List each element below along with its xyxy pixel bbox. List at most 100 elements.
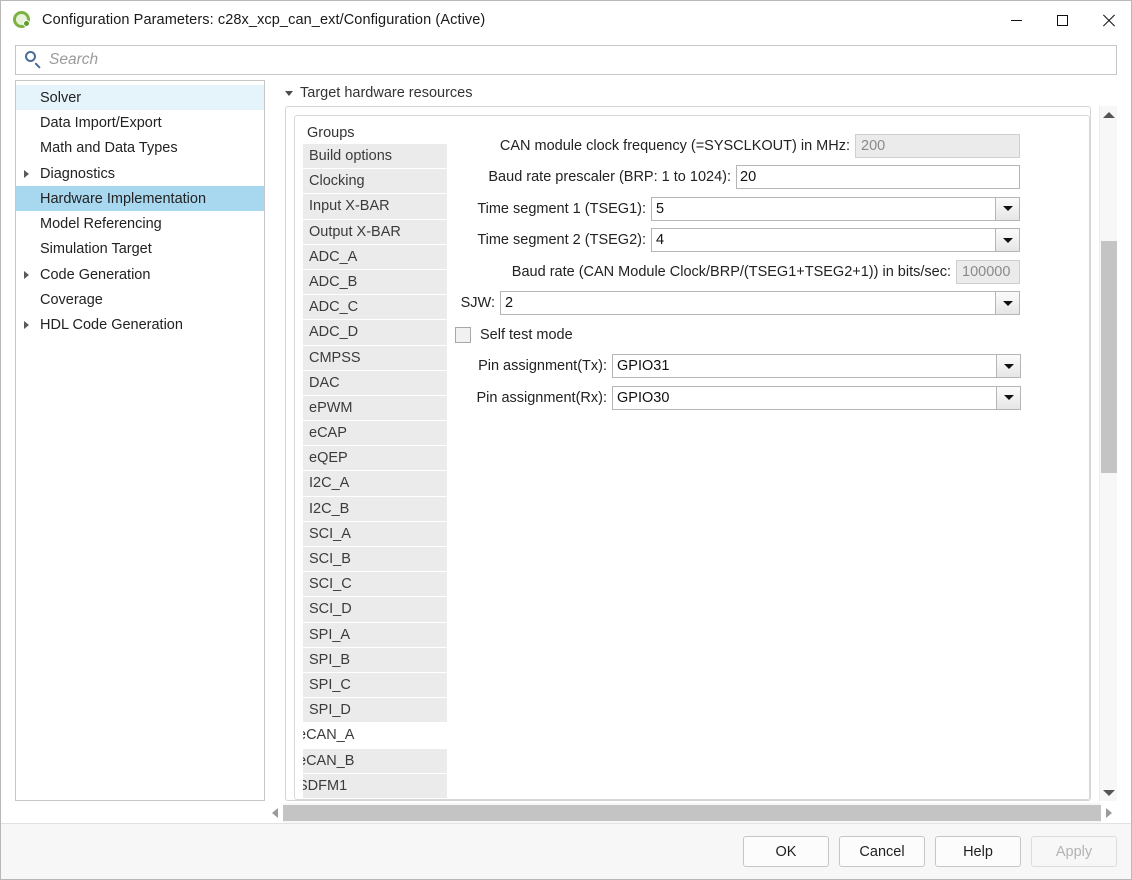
chevron-down-icon[interactable]: [996, 355, 1020, 378]
dropdown-value-sjw: 2: [505, 295, 514, 312]
group-item-spi-b[interactable]: SPI_B: [303, 647, 447, 673]
group-item-spi-c[interactable]: SPI_C: [303, 672, 447, 699]
field-row-pin-assignment-rx: Pin assignment(Rx): GPIO30: [455, 382, 1079, 414]
input-can-module-clock-frequency: 200: [855, 133, 1020, 158]
label-baud-rate: Baud rate (CAN Module Clock/BRP/(TSEG1+T…: [511, 263, 951, 280]
sidebar-item-data-import-export[interactable]: Data Import/Export: [16, 110, 264, 135]
group-item-sci-b[interactable]: SCI_B: [303, 547, 447, 573]
cancel-button[interactable]: Cancel: [839, 836, 925, 867]
group-item-adc-c[interactable]: ADC_C: [303, 295, 447, 321]
vertical-scrollbar[interactable]: [1099, 106, 1117, 801]
dropdown-time-segment-2[interactable]: 4: [651, 228, 1020, 253]
label-pin-assignment-tx: Pin assignment(Tx):: [478, 358, 607, 375]
vertical-scroll-track[interactable]: [1100, 123, 1118, 784]
horizontal-scroll-track[interactable]: [283, 803, 1101, 823]
group-item-build-options[interactable]: Build options: [303, 144, 447, 170]
search-row: Search: [1, 39, 1131, 80]
group-item-label: SPI_A: [309, 626, 351, 643]
group-item-input-x-bar[interactable]: Input X-BAR: [303, 194, 447, 220]
group-item-label: SCI_B: [309, 551, 351, 567]
panel-inner: Groups Build options Clocking Input X-BAR O…: [294, 115, 1090, 800]
dropdown-time-segment-1[interactable]: 5: [651, 196, 1020, 221]
horizontal-scroll-thumb[interactable]: [283, 805, 1101, 821]
chevron-down-icon[interactable]: [995, 229, 1019, 252]
groups-label: Groups: [307, 125, 355, 141]
scroll-left-arrow-icon[interactable]: [267, 803, 283, 823]
maximize-button[interactable]: [1039, 1, 1085, 39]
help-button[interactable]: Help: [935, 836, 1021, 867]
target-hardware-panel: Groups Build options Clocking Input X-BAR O…: [285, 106, 1091, 801]
groups-list[interactable]: Build options Clocking Input X-BAR Output X…: [303, 144, 447, 799]
group-item-label: SPI_B: [309, 651, 351, 668]
group-item-i2c-b[interactable]: I2C_B: [303, 496, 447, 522]
group-item-sdfm1[interactable]: SDFM1: [303, 773, 447, 799]
group-item-sci-c[interactable]: SCI_C: [303, 572, 447, 598]
sidebar-item-model-referencing[interactable]: Model Referencing: [16, 211, 264, 236]
field-row-sjw: SJW: 2: [455, 288, 1079, 320]
group-item-label: eCAN_B: [303, 752, 355, 769]
scroll-up-arrow-icon[interactable]: [1100, 106, 1118, 123]
chevron-down-icon[interactable]: [995, 292, 1019, 315]
group-item-epwm[interactable]: ePWM: [303, 395, 447, 422]
section-header-target-hardware-resources[interactable]: Target hardware resources: [275, 80, 1117, 106]
dropdown-pin-assignment-tx[interactable]: GPIO31: [612, 354, 1021, 379]
group-item-ecap[interactable]: eCAP: [303, 421, 447, 447]
minimize-button[interactable]: [993, 1, 1039, 39]
dropdown-pin-assignment-rx[interactable]: GPIO30: [612, 385, 1021, 410]
label-baud-rate-prescaler: Baud rate prescaler (BRP: 1 to 1024):: [488, 169, 731, 186]
search-input[interactable]: Search: [15, 44, 1117, 75]
sidebar-item-math-and-data-types[interactable]: Math and Data Types: [16, 136, 264, 161]
group-item-label: SPI_D: [309, 702, 351, 719]
group-item-cmpss[interactable]: CMPSS: [303, 345, 447, 371]
dropdown-sjw[interactable]: 2: [500, 291, 1020, 316]
ecan-a-form: CAN module clock frequency (=SYSCLKOUT) …: [447, 116, 1089, 799]
input-baud-rate-prescaler[interactable]: 20: [736, 165, 1020, 190]
input-baud-rate: 100000: [956, 259, 1020, 284]
group-item-spi-a[interactable]: SPI_A: [303, 622, 447, 648]
group-item-sci-d[interactable]: SCI_D: [303, 597, 447, 623]
scroll-right-arrow-icon[interactable]: [1101, 803, 1117, 823]
group-item-clocking[interactable]: Clocking: [303, 169, 447, 195]
group-item-adc-a[interactable]: ADC_A: [303, 244, 447, 270]
chevron-right-icon[interactable]: [24, 321, 40, 330]
sidebar-item-label: Data Import/Export: [40, 114, 162, 131]
button-label: OK: [775, 843, 797, 860]
sidebar-item-diagnostics[interactable]: Diagnostics: [16, 161, 264, 186]
group-item-adc-b[interactable]: ADC_B: [303, 269, 447, 296]
group-item-spi-d[interactable]: SPI_D: [303, 698, 447, 724]
checkbox-self-test-mode[interactable]: [455, 326, 471, 343]
sidebar-item-coverage[interactable]: Coverage: [16, 287, 264, 312]
scroll-down-arrow-icon[interactable]: [1100, 784, 1118, 801]
group-item-label: ADC_C: [309, 299, 359, 316]
sidebar-item-label: HDL Code Generation: [40, 317, 183, 334]
maximize-icon: [1056, 14, 1068, 26]
group-item-eqep[interactable]: eQEP: [303, 446, 447, 472]
group-item-label: Build options: [309, 148, 393, 164]
sidebar-item-solver[interactable]: Solver: [16, 85, 264, 111]
group-item-ecan-b[interactable]: eCAN_B: [303, 748, 447, 774]
group-item-sci-a[interactable]: SCI_A: [303, 521, 447, 547]
group-item-output-x-bar[interactable]: Output X-BAR: [303, 219, 447, 245]
vertical-scroll-thumb[interactable]: [1100, 241, 1117, 473]
window-controls: [993, 1, 1131, 39]
sidebar-item-hdl-code-generation[interactable]: HDL Code Generation: [16, 313, 264, 338]
sidebar-item-simulation-target[interactable]: Simulation Target: [16, 237, 264, 262]
group-item-adc-d[interactable]: ADC_D: [303, 320, 447, 346]
group-item-label: I2C_B: [309, 500, 350, 517]
close-button[interactable]: [1085, 1, 1131, 39]
group-item-i2c-a[interactable]: I2C_A: [303, 471, 447, 497]
section-title: Target hardware resources: [300, 85, 473, 101]
chevron-right-icon[interactable]: [24, 169, 40, 178]
button-label: Apply: [1055, 843, 1093, 860]
group-item-dac[interactable]: DAC: [303, 370, 447, 396]
chevron-right-icon[interactable]: [24, 270, 40, 279]
horizontal-scrollbar[interactable]: [15, 803, 1117, 823]
sidebar-item-hardware-implementation[interactable]: Hardware Implementation: [16, 186, 264, 212]
ok-button[interactable]: OK: [743, 836, 829, 867]
chevron-down-icon[interactable]: [995, 197, 1019, 220]
sidebar-item-code-generation[interactable]: Code Generation: [16, 262, 264, 287]
settings-tree[interactable]: Solver Data Import/Export Math and Data Ty…: [15, 80, 265, 801]
chevron-down-icon[interactable]: [996, 386, 1020, 409]
group-item-label: SCI_C: [309, 576, 352, 593]
group-item-ecan-a[interactable]: eCAN_A: [303, 723, 447, 749]
